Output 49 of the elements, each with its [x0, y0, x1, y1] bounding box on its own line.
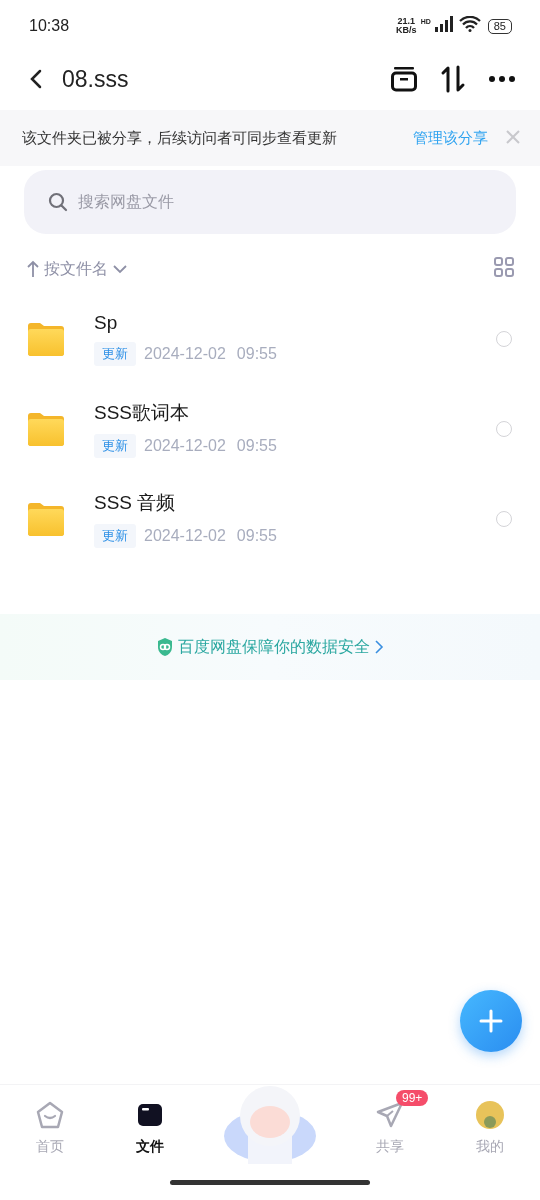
archive-icon[interactable]	[390, 66, 418, 92]
folder-icon	[26, 322, 66, 356]
modified-date: 2024-12-02	[144, 345, 226, 363]
modified-time: 09:55	[236, 527, 277, 545]
search-icon	[48, 192, 68, 212]
signal-icon	[434, 16, 455, 32]
share-notice-text: 该文件夹已被分享，后续访问者可同步查看更新	[22, 128, 338, 148]
modified-date: 2024-12-02	[144, 437, 226, 455]
search-field[interactable]: 搜索网盘文件	[24, 170, 516, 234]
avatar-icon	[475, 1100, 505, 1130]
folder-name: SSS歌词本	[94, 401, 191, 425]
speed-unit: KB/s	[396, 26, 417, 35]
battery-level: 85	[487, 18, 512, 34]
folder-icon	[26, 502, 66, 536]
shield-icon	[156, 637, 174, 657]
modified-time: 09:55	[236, 437, 277, 455]
home-icon	[36, 1101, 64, 1129]
security-link[interactable]: 百度网盘保障你的数据安全	[156, 636, 384, 658]
network-speed: 21.1	[397, 17, 416, 26]
back-icon	[28, 69, 44, 89]
updated-tag: 更新	[94, 524, 136, 548]
folder-name: Sp	[94, 312, 119, 334]
wifi-icon	[458, 16, 481, 32]
grid-view-icon[interactable]	[494, 257, 514, 277]
updated-tag: 更新	[94, 342, 136, 366]
close-icon[interactable]	[506, 129, 520, 144]
manage-share-link[interactable]: 管理该分享	[413, 128, 488, 148]
sort-by-name-button[interactable]: 按文件名	[26, 258, 128, 280]
modified-date: 2024-12-02	[144, 527, 226, 545]
up-arrow-icon	[26, 260, 40, 278]
folder-name: SSS 音频	[94, 491, 177, 515]
folder-title: 08.sss	[62, 65, 130, 93]
chevron-down-icon	[112, 263, 128, 275]
modified-time: 09:55	[236, 345, 277, 363]
chevron-right-icon	[374, 639, 384, 655]
tab-item[interactable]: 我的	[440, 1086, 540, 1156]
folder-icon	[26, 412, 66, 446]
folder-icon	[137, 1103, 163, 1127]
more-icon[interactable]	[488, 75, 516, 83]
status-time: 10:38	[29, 17, 70, 35]
tab-item[interactable]: 首页	[0, 1086, 100, 1156]
plus-icon	[479, 1009, 503, 1033]
updated-tag: 更新	[94, 434, 136, 458]
add-button[interactable]	[460, 990, 522, 1052]
notification-badge: 99+	[396, 1090, 429, 1106]
tab-item[interactable]: 99+ 共享	[340, 1086, 440, 1156]
paper-plane-icon	[376, 1101, 404, 1129]
tab-item[interactable]: 文件	[100, 1086, 200, 1156]
sort-icon[interactable]	[440, 65, 466, 93]
